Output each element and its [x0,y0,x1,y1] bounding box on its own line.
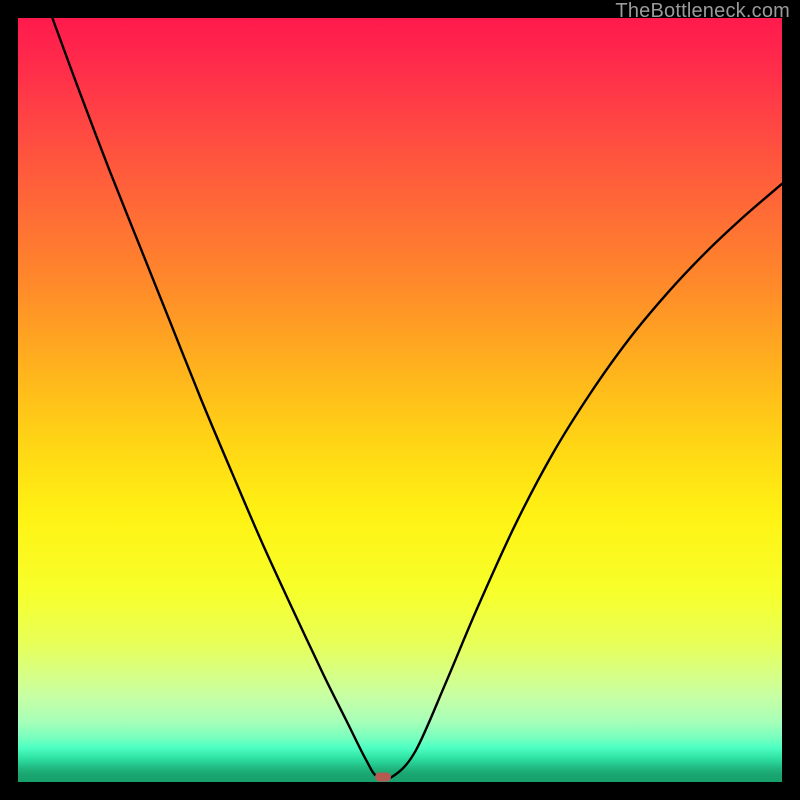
chart-frame: TheBottleneck.com [0,0,800,800]
bottleneck-curve [18,18,782,782]
optimum-dot [375,773,391,782]
plot-area [18,18,782,782]
curve-path [52,18,782,779]
